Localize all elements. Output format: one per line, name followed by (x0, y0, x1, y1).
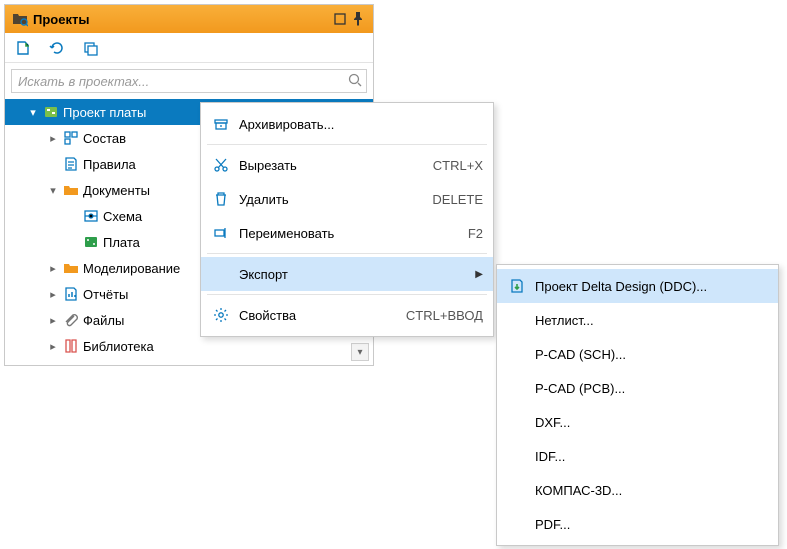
trash-icon (207, 191, 235, 207)
expand-arrow-icon[interactable]: ▸ (45, 314, 61, 327)
archive-icon (207, 116, 235, 132)
panel-titlebar: Проекты (5, 5, 373, 33)
tree-item-label: Файлы (81, 313, 124, 328)
menu-item-export[interactable]: Экспорт ▶ (201, 257, 493, 291)
collapse-all-button[interactable] (79, 36, 103, 60)
submenu-item-ddc[interactable]: Проект Delta Design (DDC)... (497, 269, 778, 303)
tree-item-label: Документы (81, 183, 150, 198)
submenu-item-pcad-sch[interactable]: P-CAD (SCH)... (497, 337, 778, 371)
composition-icon (61, 130, 81, 146)
menu-item-archive[interactable]: Архивировать... (201, 107, 493, 141)
tree-item-label: Состав (81, 131, 126, 146)
expand-arrow-icon[interactable]: ▸ (45, 132, 61, 145)
scissors-icon (207, 157, 235, 173)
search-input[interactable] (11, 69, 367, 93)
submenu-label: P-CAD (SCH)... (531, 347, 768, 362)
tree-item-label: Схема (101, 209, 142, 224)
scroll-down-button[interactable]: ▾ (351, 343, 369, 361)
tree-item-label: Проект платы (61, 105, 146, 120)
panel-title: Проекты (33, 12, 331, 27)
menu-label: Свойства (235, 308, 406, 323)
board-project-icon (41, 104, 61, 120)
submenu-arrow-icon: ▶ (471, 269, 483, 280)
menu-hotkey: CTRL+ВВОД (406, 308, 483, 323)
library-icon (61, 338, 81, 354)
projects-icon (11, 11, 29, 27)
schematic-icon (81, 208, 101, 224)
folder-icon (61, 260, 81, 276)
menu-separator (207, 144, 487, 145)
submenu-label: IDF... (531, 449, 768, 464)
tree-item-label: Правила (81, 157, 136, 172)
submenu-label: PDF... (531, 517, 768, 532)
expand-arrow-icon[interactable]: ▸ (45, 288, 61, 301)
refresh-button[interactable] (45, 36, 69, 60)
board-icon (81, 234, 101, 250)
submenu-item-pcad-pcb[interactable]: P-CAD (PCB)... (497, 371, 778, 405)
tree-item-label: Плата (101, 235, 140, 250)
submenu-item-kompas3d[interactable]: КОМПАС-3D... (497, 473, 778, 507)
context-menu: Архивировать... Вырезать CTRL+X Удалить … (200, 102, 494, 337)
expand-arrow-icon[interactable]: ▾ (25, 106, 41, 119)
menu-item-cut[interactable]: Вырезать CTRL+X (201, 148, 493, 182)
menu-label: Вырезать (235, 158, 433, 173)
pin-button[interactable] (349, 11, 367, 27)
search-box (11, 69, 367, 93)
search-icon[interactable] (347, 72, 363, 91)
attachment-icon (61, 312, 81, 328)
submenu-label: КОМПАС-3D... (531, 483, 768, 498)
menu-label: Удалить (235, 192, 432, 207)
reports-icon (61, 286, 81, 302)
expand-arrow-icon[interactable]: ▸ (45, 340, 61, 353)
menu-label: Экспорт (235, 267, 471, 282)
submenu-label: Проект Delta Design (DDC)... (531, 279, 768, 294)
submenu-item-dxf[interactable]: DXF... (497, 405, 778, 439)
menu-item-properties[interactable]: Свойства CTRL+ВВОД (201, 298, 493, 332)
menu-hotkey: DELETE (432, 192, 483, 207)
submenu-label: P-CAD (PCB)... (531, 381, 768, 396)
menu-label: Переименовать (235, 226, 468, 241)
submenu-item-netlist[interactable]: Нетлист... (497, 303, 778, 337)
panel-toolbar (5, 33, 373, 63)
menu-hotkey: F2 (468, 226, 483, 241)
folder-icon (61, 182, 81, 198)
ddc-export-icon (503, 278, 531, 294)
submenu-item-pdf[interactable]: PDF... (497, 507, 778, 541)
tree-item-label: Моделирование (81, 261, 180, 276)
tree-item-label: Библиотека (81, 339, 154, 354)
submenu-item-idf[interactable]: IDF... (497, 439, 778, 473)
menu-separator (207, 253, 487, 254)
submenu-label: DXF... (531, 415, 768, 430)
maximize-button[interactable] (331, 11, 349, 27)
submenu-label: Нетлист... (531, 313, 768, 328)
menu-separator (207, 294, 487, 295)
expand-arrow-icon[interactable]: ▾ (45, 184, 61, 197)
expand-arrow-icon[interactable]: ▸ (45, 262, 61, 275)
rules-icon (61, 156, 81, 172)
tree-item-label: Отчёты (81, 287, 128, 302)
gear-icon (207, 307, 235, 323)
new-project-button[interactable] (11, 36, 35, 60)
menu-item-rename[interactable]: Переименовать F2 (201, 216, 493, 250)
export-submenu: Проект Delta Design (DDC)... Нетлист... … (496, 264, 779, 546)
menu-label: Архивировать... (235, 117, 483, 132)
rename-icon (207, 225, 235, 241)
menu-hotkey: CTRL+X (433, 158, 483, 173)
menu-item-delete[interactable]: Удалить DELETE (201, 182, 493, 216)
